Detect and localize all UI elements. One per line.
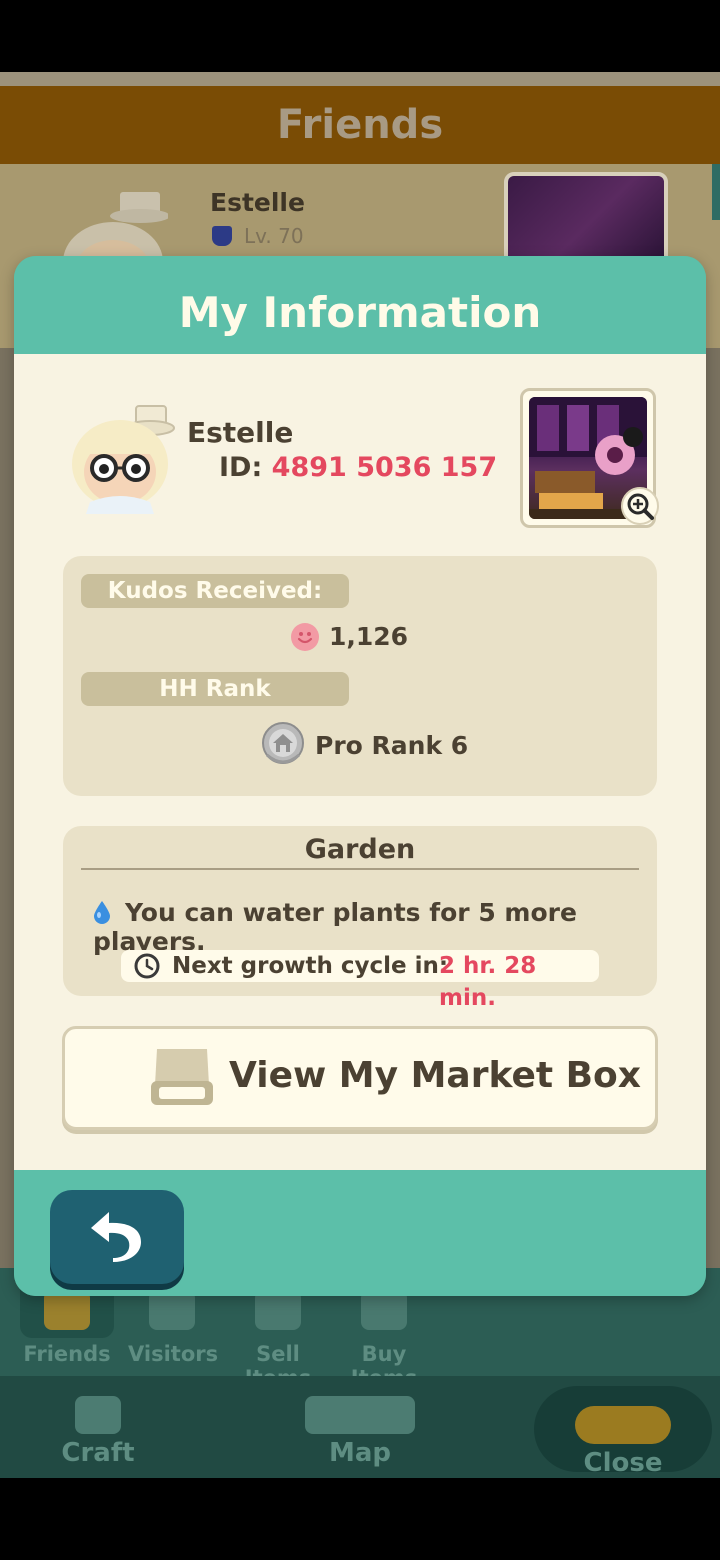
shopping-icon [361, 1290, 407, 1330]
nav-craft-label: Craft [61, 1438, 135, 1468]
market-box-icon [151, 1049, 213, 1105]
player-id-value: 4891 5036 157 [271, 452, 498, 483]
garden-divider [81, 868, 639, 870]
clock-icon [134, 953, 160, 979]
friend-level: Lv. 70 [212, 224, 304, 248]
kudos-value: 1,126 [291, 620, 408, 654]
player-name: Estelle [187, 416, 294, 449]
house-medal-icon [262, 722, 304, 764]
back-button[interactable] [50, 1190, 184, 1284]
main-navigation: Craft Map Close [0, 1376, 720, 1478]
water-drop-icon [94, 901, 110, 924]
friend-name: Estelle [210, 188, 305, 217]
room-thumbnail[interactable] [520, 388, 659, 528]
nav-map-label: Map [328, 1438, 392, 1468]
footprints-icon [149, 1290, 195, 1330]
market-box-icon [255, 1290, 301, 1330]
subnav-friends-label: Friends [23, 1342, 111, 1366]
scroll-indicator [712, 164, 720, 220]
view-market-box-button[interactable]: View My Market Box [62, 1026, 658, 1130]
dialog-body: Estelle ID: 4891 5036 157 Kudos Received… [14, 354, 706, 1170]
kudos-label: Kudos Received: [81, 574, 349, 608]
status-strip [0, 72, 720, 86]
back-arrow-icon [91, 1212, 141, 1262]
smile-icon [291, 623, 319, 651]
growth-cycle-time: 2 hr. 28 min. [439, 953, 537, 1011]
cat-icon [212, 226, 232, 246]
growth-cycle-label: Next growth cycle in: [172, 953, 449, 979]
villagers-icon [575, 1406, 671, 1444]
nav-close[interactable]: Close [534, 1386, 712, 1478]
header-title: Friends [276, 102, 444, 148]
map-icon [305, 1396, 415, 1434]
stats-card: Kudos Received: 1,126 HH Rank Pro Rank 6 [63, 556, 657, 796]
dialog-footer [14, 1170, 706, 1296]
player-id: ID: 4891 5036 157 [219, 452, 497, 483]
nav-craft[interactable]: Craft [40, 1376, 156, 1478]
my-information-dialog: My Information Estelle ID: 4891 5036 157 [14, 256, 706, 1296]
zoom-in-icon[interactable] [621, 487, 659, 525]
player-id-label: ID: [219, 452, 263, 483]
hh-rank-text: Pro Rank 6 [315, 731, 469, 760]
garden-water-text: You can water plants for 5 more players. [93, 898, 577, 956]
kudos-count: 1,126 [329, 622, 409, 651]
subnav-visitors-label: Visitors [128, 1342, 219, 1366]
dialog-title: My Information [178, 288, 542, 337]
dialog-header: My Information [14, 256, 706, 354]
garden-title: Garden [304, 834, 416, 865]
nav-map[interactable]: Map [290, 1376, 430, 1478]
garden-card: Garden You can water plants for 5 more p… [63, 826, 657, 1011]
hh-rank-label: HH Rank [81, 672, 349, 706]
hammer-icon [75, 1396, 121, 1434]
growth-cycle-pill: Next growth cycle in: 2 hr. 28 min. [121, 950, 599, 1011]
hh-rank-value: Pro Rank 6 [259, 720, 468, 772]
nav-close-label: Close [583, 1448, 663, 1478]
friends-header: Friends [0, 86, 720, 164]
garden-water-info: You can water plants for 5 more players. [93, 898, 657, 956]
player-avatar [72, 405, 175, 514]
friends-icon [44, 1290, 90, 1330]
view-market-box-label: View My Market Box [229, 1055, 641, 1096]
